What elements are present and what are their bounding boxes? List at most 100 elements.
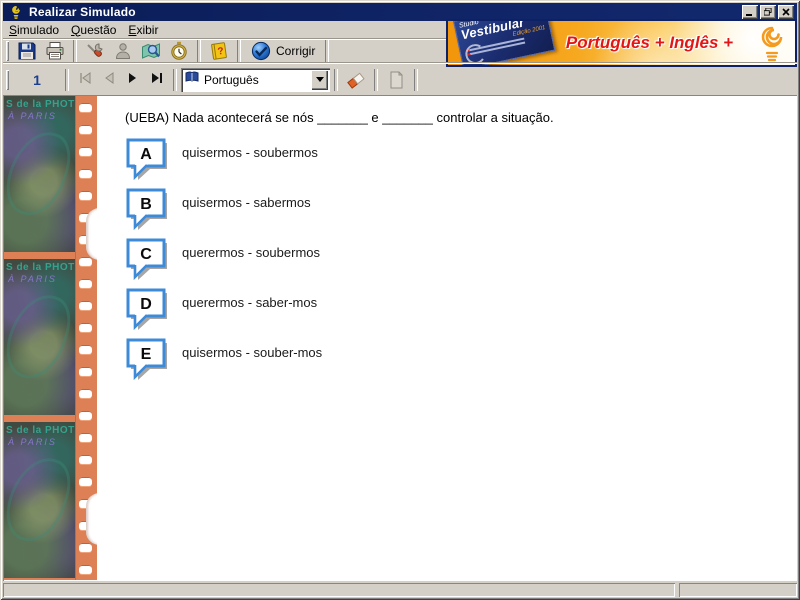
toolbar-separator: [73, 40, 77, 62]
previous-icon: [103, 71, 115, 89]
first-question-button[interactable]: [73, 69, 97, 91]
toolbar-separator: [65, 68, 69, 91]
sprocket-hole: [79, 389, 92, 398]
menu-questao[interactable]: Questão: [65, 22, 122, 38]
frame-subcaption: À PARIS: [8, 111, 57, 121]
toolbar-separator: [197, 40, 201, 62]
sprocket-hole: [79, 477, 92, 486]
sprocket-hole: [79, 565, 92, 574]
save-button[interactable]: [13, 39, 41, 63]
answer-option[interactable]: C querermos - soubermos: [125, 238, 781, 282]
restore-button[interactable]: [760, 5, 776, 19]
answer-bubble-icon[interactable]: A: [125, 138, 171, 182]
filmstrip-notch: [86, 208, 97, 260]
navigation-toolbar: 1 Português: [3, 62, 797, 96]
minimize-button[interactable]: [742, 5, 758, 19]
help-book-icon: ?: [209, 41, 229, 61]
option-letter: E: [141, 346, 152, 363]
search-button[interactable]: [137, 39, 165, 63]
menu-bar: Simulado Questão Exibir: [3, 21, 443, 38]
options-list: A quisermos - soubermos B quisermos - sa…: [125, 138, 781, 382]
config-tools-button[interactable]: [81, 39, 109, 63]
eraser-button[interactable]: [342, 68, 370, 92]
filmstrip-frames: S de la PHOTO À PARIS S de la PHOTO À PA…: [4, 96, 76, 580]
sprocket-hole: [79, 323, 92, 332]
previous-question-button[interactable]: [97, 69, 121, 91]
subject-dropdown[interactable]: Português: [181, 67, 330, 92]
student-button[interactable]: [109, 39, 137, 63]
last-question-button[interactable]: [145, 69, 169, 91]
toolbar-separator: [414, 68, 418, 91]
sprocket-hole: [79, 147, 92, 156]
option-letter: C: [140, 246, 152, 263]
annotation-button[interactable]: [382, 68, 410, 92]
search-map-icon: [141, 41, 161, 61]
question-pane: (UEBA) Nada acontecerá se nós _______ e …: [125, 110, 781, 388]
frame-caption: S de la PHOTO: [6, 99, 76, 110]
eraser-icon: [345, 69, 367, 91]
frame-caption: S de la PHOTO: [6, 262, 76, 273]
app-bulb-icon: [8, 4, 24, 20]
save-icon: [17, 41, 37, 61]
option-letter: A: [140, 146, 152, 163]
filmstrip-photo-frame: S de la PHOTO À PARIS: [4, 96, 76, 252]
first-icon: [78, 71, 92, 89]
option-letter: B: [140, 196, 152, 213]
last-icon: [150, 71, 164, 89]
toolbar-separator: [374, 68, 378, 91]
status-bar: [3, 583, 797, 597]
promo-banner: Studio Vestibular Edição 2001 Português …: [446, 19, 797, 67]
close-button[interactable]: [778, 5, 794, 19]
menu-exibir[interactable]: Exibir: [122, 22, 164, 38]
printer-icon: [45, 41, 65, 61]
print-button[interactable]: [41, 39, 69, 63]
toolbar-separator: [173, 68, 177, 91]
toolbar-separator: [334, 68, 338, 91]
next-question-button[interactable]: [121, 69, 145, 91]
corrigir-label: Corrigir: [276, 44, 316, 58]
answer-option[interactable]: D querermos - saber-mos: [125, 288, 781, 332]
frame-subcaption: À PARIS: [8, 274, 57, 284]
sprocket-hole: [79, 411, 92, 420]
sprocket-hole: [79, 543, 92, 552]
option-text: quisermos - sabermos: [182, 195, 311, 210]
option-letter: D: [140, 296, 152, 313]
menu-simulado[interactable]: Simulado: [3, 22, 65, 38]
sprocket-hole: [79, 257, 92, 266]
filmstrip-notch: [86, 493, 97, 545]
note-page-icon: [386, 70, 406, 90]
answer-option[interactable]: E quisermos - souber-mos: [125, 338, 781, 382]
answer-bubble-icon[interactable]: B: [125, 188, 171, 232]
sprocket-hole: [79, 367, 92, 376]
clock-icon: [169, 41, 189, 61]
sprocket-hole: [79, 433, 92, 442]
question-number: 1: [33, 71, 41, 88]
help-button[interactable]: ?: [205, 39, 233, 63]
corrigir-button[interactable]: Corrigir: [245, 39, 321, 63]
toolbar-separator: [325, 40, 330, 62]
sprocket-hole: [79, 103, 92, 112]
timer-button[interactable]: [165, 39, 193, 63]
status-panel-left: [3, 583, 675, 597]
user-icon: [113, 41, 133, 61]
toolbar-separator: [237, 40, 241, 62]
main-toolbar: ? Corrigir: [3, 38, 446, 63]
answer-bubble-icon[interactable]: D: [125, 288, 171, 332]
check-orb-icon: [251, 41, 271, 61]
answer-bubble-icon[interactable]: E: [125, 338, 171, 382]
answer-bubble-icon[interactable]: C: [125, 238, 171, 282]
frame-subcaption: À PARIS: [8, 437, 57, 447]
dropdown-arrow-button[interactable]: [311, 69, 328, 90]
book-icon: [184, 69, 200, 90]
answer-option[interactable]: A quisermos - soubermos: [125, 138, 781, 182]
sprocket-hole: [79, 191, 92, 200]
sprocket-hole: [79, 345, 92, 354]
toolbar-grip[interactable]: [6, 41, 9, 61]
option-text: querermos - soubermos: [182, 245, 320, 260]
sprocket-hole: [79, 169, 92, 178]
option-text: quisermos - soubermos: [182, 145, 318, 160]
answer-option[interactable]: B quisermos - sabermos: [125, 188, 781, 232]
option-text: querermos - saber-mos: [182, 295, 318, 310]
sprocket-hole: [79, 279, 92, 288]
toolbar-grip[interactable]: [6, 69, 9, 90]
